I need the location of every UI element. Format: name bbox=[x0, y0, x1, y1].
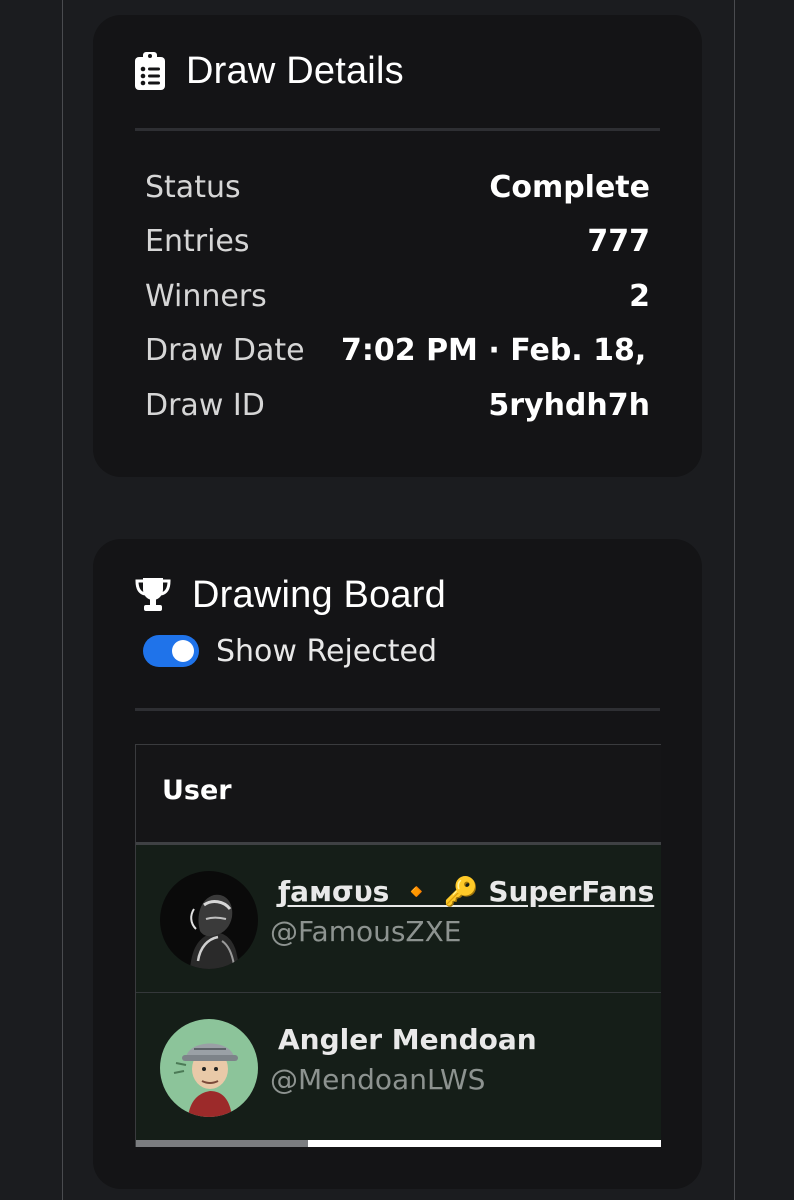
user-handle: @MendoanLWS bbox=[270, 1063, 486, 1096]
draw-id-value-cell: 5ryhdh7h bbox=[333, 388, 650, 428]
avatar[interactable] bbox=[160, 871, 258, 969]
left-rail-line bbox=[62, 0, 63, 1200]
drawing-board-card: Drawing Board Show Rejected User ƒамσυѕ … bbox=[93, 539, 702, 1189]
draw-date-value-cell: 7:02 PM · Feb. 18, 2 bbox=[341, 333, 650, 373]
winners-value-cell: 2 bbox=[333, 279, 650, 319]
clipboard-list-icon bbox=[135, 52, 165, 90]
entries-label: Entries bbox=[145, 224, 250, 259]
draw-id-label: Draw ID bbox=[145, 388, 265, 423]
board-divider bbox=[135, 708, 660, 711]
status-label: Status bbox=[145, 170, 241, 205]
table-header: User bbox=[136, 745, 661, 845]
drawing-board-title: Drawing Board bbox=[192, 574, 446, 616]
toggle-knob bbox=[172, 640, 194, 662]
draw-date-value: 7:02 PM · Feb. 18, 2 bbox=[341, 333, 650, 368]
show-rejected-toggle[interactable] bbox=[143, 635, 199, 667]
drawing-board-table: User ƒамσυѕ 🔸 🔑 SuperFans @FamousZXE Ang… bbox=[135, 744, 661, 1147]
avatar-famous-image bbox=[160, 871, 258, 969]
horizontal-scrollbar[interactable] bbox=[136, 1140, 661, 1147]
user-display-name[interactable]: Angler Mendoan bbox=[278, 1023, 537, 1056]
draw-id-value: 5ryhdh7h bbox=[488, 388, 650, 423]
winners-value: 2 bbox=[629, 279, 650, 314]
right-rail-line bbox=[734, 0, 735, 1200]
user-display-name[interactable]: ƒамσυѕ 🔸 🔑 SuperFans bbox=[278, 875, 654, 908]
entries-value-cell: 777 bbox=[333, 224, 650, 264]
avatar[interactable] bbox=[160, 1019, 258, 1117]
scrollbar-thumb[interactable] bbox=[136, 1140, 308, 1147]
draw-date-label: Draw Date bbox=[145, 333, 305, 368]
avatar-mendoan-image bbox=[160, 1019, 258, 1117]
trophy-icon bbox=[135, 578, 171, 611]
show-rejected-label: Show Rejected bbox=[216, 634, 437, 669]
table-row[interactable]: Angler Mendoan @MendoanLWS bbox=[136, 993, 661, 1140]
status-value: Complete bbox=[489, 170, 650, 205]
details-divider bbox=[135, 128, 660, 131]
table-row[interactable]: ƒамσυѕ 🔸 🔑 SuperFans @FamousZXE bbox=[136, 845, 661, 993]
draw-details-title: Draw Details bbox=[186, 50, 404, 92]
user-column-header[interactable]: User bbox=[162, 775, 232, 806]
user-handle: @FamousZXE bbox=[270, 915, 462, 948]
status-value-cell: Complete bbox=[333, 170, 650, 210]
winners-label: Winners bbox=[145, 279, 267, 314]
draw-details-card: Draw Details Status Complete Entries 777… bbox=[93, 15, 702, 477]
entries-value: 777 bbox=[587, 224, 650, 259]
